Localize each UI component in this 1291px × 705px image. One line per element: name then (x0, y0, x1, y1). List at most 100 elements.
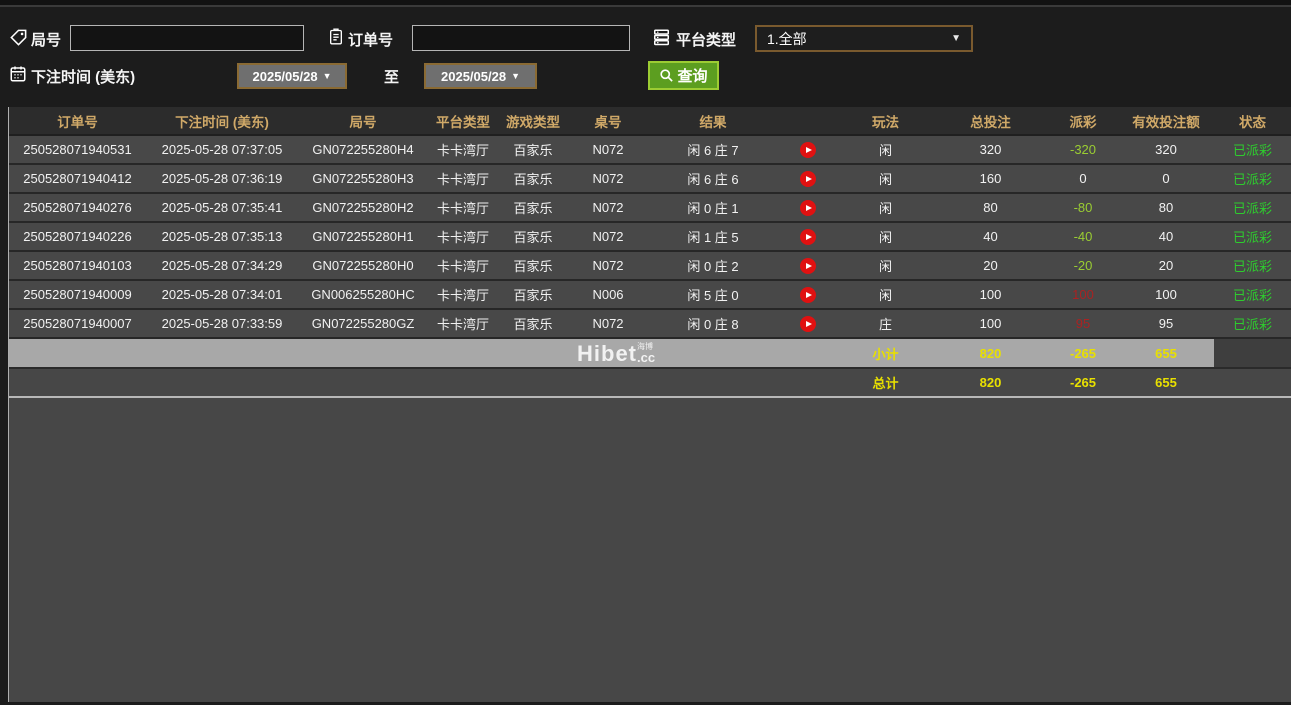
replay-play-button[interactable] (800, 171, 816, 187)
result-cell: 闲 6 庄 6 (648, 165, 778, 192)
game-type-cell: 百家乐 (498, 223, 568, 250)
date-from-select[interactable]: 2025/05/28 ▼ (237, 63, 347, 89)
valid-bet-cell: 80 (1118, 194, 1214, 221)
table-header-row: 订单号 下注时间 (美东) 局号 平台类型 游戏类型 桌号 结果 玩法 总投注 … (9, 107, 1291, 136)
payout-cell: 100 (1048, 281, 1118, 308)
bet-time-cell: 2025-05-28 07:36:19 (146, 165, 298, 192)
result-cell: 闲 1 庄 5 (648, 223, 778, 250)
platform-cell: 卡卡湾厅 (428, 252, 498, 279)
bet-type-cell: 闲 (838, 165, 933, 192)
subtotal-label: 小计 (838, 339, 933, 367)
bet-time-cell: 2025-05-28 07:34:01 (146, 281, 298, 308)
table-no-cell: N072 (568, 194, 648, 221)
bet-time-cell: 2025-05-28 07:35:13 (146, 223, 298, 250)
table-no-cell: N072 (568, 223, 648, 250)
total-bet-cell: 100 (933, 310, 1048, 337)
order-no-input[interactable] (412, 25, 630, 51)
status-badge: 已派彩 (1214, 252, 1291, 279)
table-no-cell: N072 (568, 136, 648, 163)
chevron-down-icon: ▼ (951, 33, 961, 44)
query-button-label: 查询 (677, 65, 707, 86)
header-status: 状态 (1214, 107, 1291, 134)
status-badge: 已派彩 (1214, 281, 1291, 308)
order-id-cell: 250528071940531 (9, 136, 146, 163)
game-id-cell: GN072255280H4 (298, 136, 428, 163)
grand-total-payout: -265 (1048, 369, 1118, 396)
valid-bet-cell: 40 (1118, 223, 1214, 250)
order-id-cell: 250528071940007 (9, 310, 146, 337)
play-icon (806, 234, 812, 240)
subtotal-total-bet: 820 (933, 339, 1048, 367)
status-badge: 已派彩 (1214, 310, 1291, 337)
platform-cell: 卡卡湾厅 (428, 165, 498, 192)
order-id-cell: 250528071940103 (9, 252, 146, 279)
header-valid-bet: 有效投注额 (1118, 107, 1214, 134)
header-bet-time: 下注时间 (美东) (146, 107, 298, 134)
bet-type-cell: 闲 (838, 223, 933, 250)
result-cell: 闲 6 庄 7 (648, 136, 778, 163)
game-id-cell: GN072255280H3 (298, 165, 428, 192)
bet-type-cell: 闲 (838, 252, 933, 279)
header-game-type: 游戏类型 (498, 107, 568, 134)
replay-play-button[interactable] (800, 316, 816, 332)
valid-bet-cell: 0 (1118, 165, 1214, 192)
total-bet-cell: 160 (933, 165, 1048, 192)
game-id-cell: GN072255280H1 (298, 223, 428, 250)
game-type-cell: 百家乐 (498, 310, 568, 337)
replay-play-button[interactable] (800, 142, 816, 158)
server-list-icon (652, 28, 671, 46)
game-no-input[interactable] (70, 25, 304, 51)
game-id-cell: GN006255280HC (298, 281, 428, 308)
date-to-select[interactable]: 2025/05/28 ▼ (424, 63, 537, 89)
platform-type-select[interactable]: 1.全部 ▼ (755, 25, 973, 52)
header-payout: 派彩 (1048, 107, 1118, 134)
replay-play-button[interactable] (800, 200, 816, 216)
payout-cell: 95 (1048, 310, 1118, 337)
play-icon (806, 292, 812, 298)
game-type-cell: 百家乐 (498, 194, 568, 221)
replay-play-button[interactable] (800, 258, 816, 274)
header-total-bet: 总投注 (933, 107, 1048, 134)
table-row: 250528071940007 2025-05-28 07:33:59 GN07… (9, 310, 1291, 339)
game-type-cell: 百家乐 (498, 136, 568, 163)
tag-icon (9, 28, 28, 47)
play-icon (806, 147, 812, 153)
status-badge: 已派彩 (1214, 165, 1291, 192)
header-order-id: 订单号 (9, 107, 146, 134)
clipboard-icon (328, 27, 344, 46)
order-id-cell: 250528071940276 (9, 194, 146, 221)
date-range-separator: 至 (384, 66, 399, 87)
result-cell: 闲 0 庄 2 (648, 252, 778, 279)
game-id-cell: GN072255280H0 (298, 252, 428, 279)
game-no-label: 局号 (31, 29, 61, 50)
total-bet-cell: 320 (933, 136, 1048, 163)
query-button[interactable]: 查询 (648, 61, 719, 90)
valid-bet-cell: 100 (1118, 281, 1214, 308)
header-game-id: 局号 (298, 107, 428, 134)
grand-total-row: 总计 820 -265 655 (9, 369, 1291, 398)
payout-cell: -80 (1048, 194, 1118, 221)
result-cell: 闲 5 庄 0 (648, 281, 778, 308)
game-type-cell: 百家乐 (498, 281, 568, 308)
order-id-cell: 250528071940412 (9, 165, 146, 192)
valid-bet-cell: 20 (1118, 252, 1214, 279)
table-no-cell: N072 (568, 310, 648, 337)
table-row: 250528071940103 2025-05-28 07:34:29 GN07… (9, 252, 1291, 281)
replay-play-button[interactable] (800, 229, 816, 245)
bet-type-cell: 庄 (838, 310, 933, 337)
order-id-cell: 250528071940009 (9, 281, 146, 308)
bet-time-cell: 2025-05-28 07:35:41 (146, 194, 298, 221)
bet-records-table: 订单号 下注时间 (美东) 局号 平台类型 游戏类型 桌号 结果 玩法 总投注 … (8, 107, 1291, 702)
date-to-value: 2025/05/28 (441, 69, 506, 84)
table-row: 250528071940276 2025-05-28 07:35:41 GN07… (9, 194, 1291, 223)
platform-type-value: 1.全部 (767, 29, 807, 49)
header-replay (778, 107, 838, 134)
game-type-cell: 百家乐 (498, 165, 568, 192)
replay-play-button[interactable] (800, 287, 816, 303)
total-bet-cell: 20 (933, 252, 1048, 279)
bet-type-cell: 闲 (838, 194, 933, 221)
grand-total-total-bet: 820 (933, 369, 1048, 396)
platform-cell: 卡卡湾厅 (428, 310, 498, 337)
bet-type-cell: 闲 (838, 136, 933, 163)
platform-cell: 卡卡湾厅 (428, 223, 498, 250)
